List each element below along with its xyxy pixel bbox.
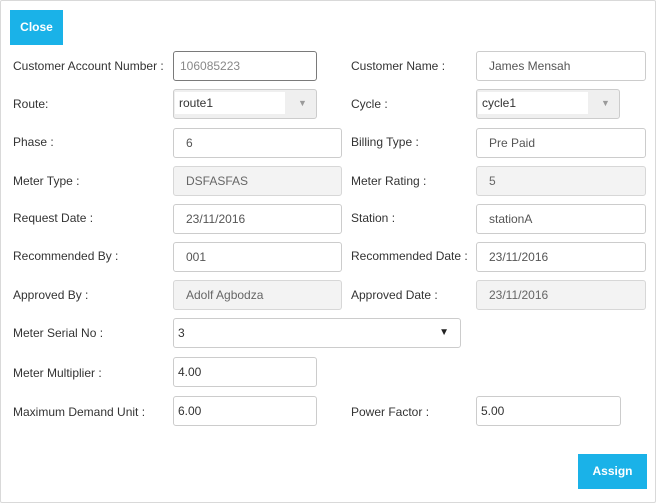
meter-serial-no-select[interactable]: 3 ▼: [173, 318, 461, 348]
close-button[interactable]: Close: [10, 10, 63, 45]
maximum-demand-unit-label: Maximum Demand Unit :: [13, 405, 146, 419]
meter-multiplier-field[interactable]: 4.00: [173, 357, 317, 387]
maximum-demand-unit-field[interactable]: 6.00: [173, 396, 317, 426]
customer-account-number-label: Customer Account Number :: [13, 59, 164, 73]
meter-type-label: Meter Type :: [13, 174, 80, 188]
route-label: Route:: [13, 97, 49, 111]
customer-name-field[interactable]: James Mensah: [476, 51, 646, 81]
power-factor-label: Power Factor :: [351, 405, 430, 419]
cycle-label: Cycle :: [351, 97, 388, 111]
phase-label: Phase :: [13, 135, 54, 149]
meter-rating-label: Meter Rating :: [351, 174, 427, 188]
phase-field[interactable]: 6: [173, 128, 342, 158]
caret-down-icon: ▼: [298, 98, 307, 108]
billing-type-label: Billing Type :: [351, 135, 419, 149]
customer-name-label: Customer Name :: [351, 59, 446, 73]
cycle-select-value: cycle1: [478, 92, 588, 114]
meter-rating-field: 5: [476, 166, 646, 196]
recommended-by-field[interactable]: 001: [173, 242, 342, 272]
meter-serial-no-value: 3: [178, 326, 185, 340]
customer-account-number-field[interactable]: 106085223: [173, 51, 317, 81]
approved-by-field: Adolf Agbodza: [173, 280, 342, 310]
cycle-select[interactable]: cycle1 ▼: [476, 89, 620, 119]
route-select-value: route1: [175, 92, 285, 114]
recommended-date-label: Recommended Date :: [351, 249, 468, 263]
route-select[interactable]: route1 ▼: [173, 89, 317, 119]
request-date-label: Request Date :: [13, 211, 94, 225]
meter-type-field: DSFASFAS: [173, 166, 342, 196]
approved-by-label: Approved By :: [13, 288, 89, 302]
meter-multiplier-label: Meter Multiplier :: [13, 366, 102, 380]
dialog-frame: Close Customer Account Number : 10608522…: [0, 0, 656, 503]
station-field[interactable]: stationA: [476, 204, 646, 234]
station-label: Station :: [351, 211, 396, 225]
request-date-field[interactable]: 23/11/2016: [173, 204, 342, 234]
billing-type-field[interactable]: Pre Paid: [476, 128, 646, 158]
recommended-by-label: Recommended By :: [13, 249, 119, 263]
approved-date-label: Approved Date :: [351, 288, 438, 302]
caret-down-icon: ▼: [439, 327, 449, 338]
meter-serial-no-label: Meter Serial No :: [13, 326, 104, 340]
power-factor-field[interactable]: 5.00: [476, 396, 621, 426]
caret-down-icon: ▼: [601, 98, 610, 108]
approved-date-field: 23/11/2016: [476, 280, 646, 310]
assign-button[interactable]: Assign: [578, 454, 647, 489]
recommended-date-field[interactable]: 23/11/2016: [476, 242, 646, 272]
